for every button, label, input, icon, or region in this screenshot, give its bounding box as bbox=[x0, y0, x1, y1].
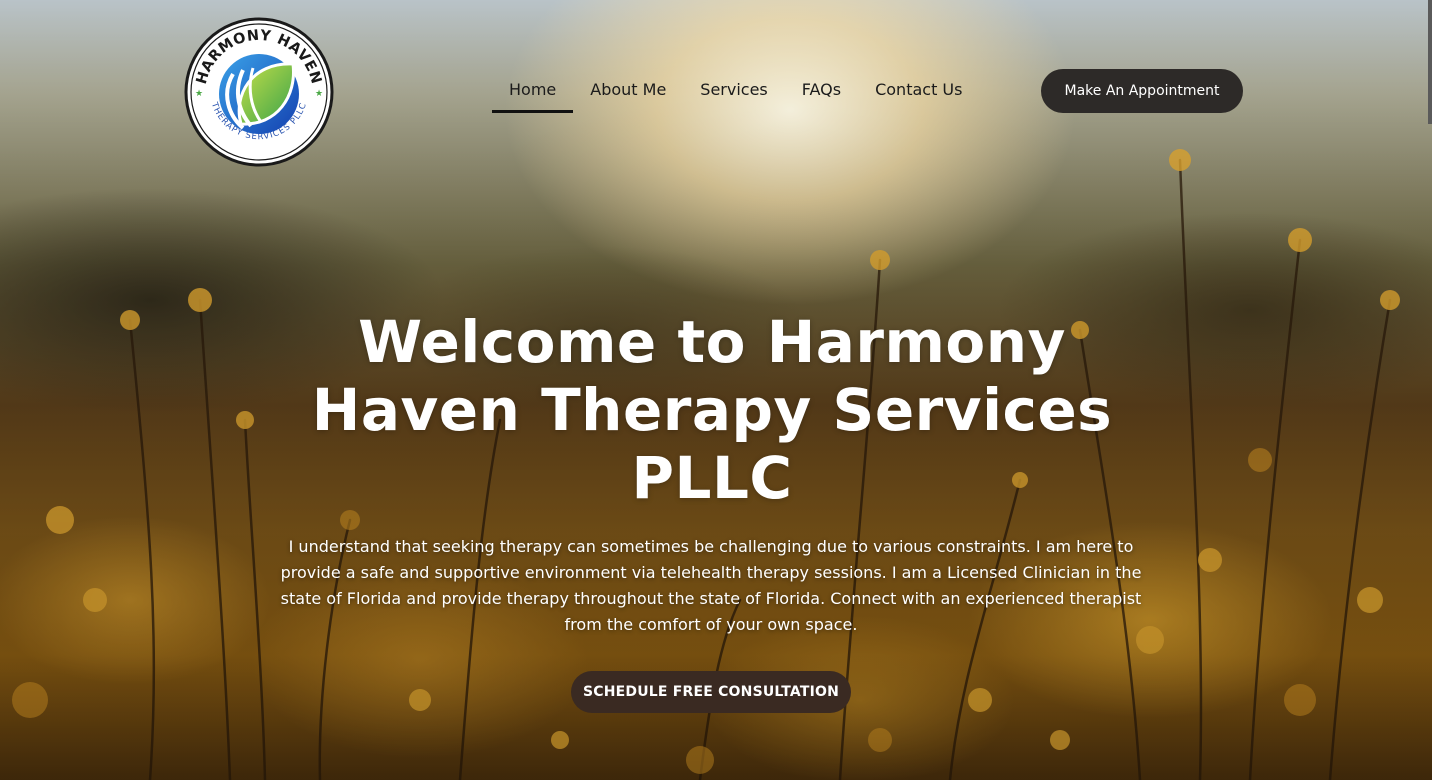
svg-text:★: ★ bbox=[195, 89, 203, 99]
hero-intro-text: I understand that seeking therapy can so… bbox=[280, 537, 1142, 634]
schedule-consultation-button[interactable]: SCHEDULE FREE CONSULTATION bbox=[571, 671, 851, 713]
svg-text:★: ★ bbox=[315, 89, 323, 99]
make-appointment-button[interactable]: Make An Appointment bbox=[1041, 69, 1243, 113]
nav-home[interactable]: Home bbox=[492, 76, 574, 113]
nav-contact-us[interactable]: Contact Us bbox=[858, 76, 979, 110]
brand-logo[interactable]: HARMONY HAVEN THERAPY SERVICES PLLC ★ ★ bbox=[181, 16, 337, 168]
nav-about-me[interactable]: About Me bbox=[573, 76, 683, 110]
nav-services[interactable]: Services bbox=[683, 76, 784, 110]
page-scrollbar[interactable] bbox=[1428, 0, 1432, 124]
main-navigation: Home About Me Services FAQs Contact Us bbox=[492, 76, 979, 116]
leaf-wave-icon: HARMONY HAVEN THERAPY SERVICES PLLC ★ ★ bbox=[184, 17, 334, 167]
hero-headline: Welcome to Harmony Haven Therapy Service… bbox=[311, 308, 1113, 512]
nav-faqs[interactable]: FAQs bbox=[785, 76, 858, 110]
